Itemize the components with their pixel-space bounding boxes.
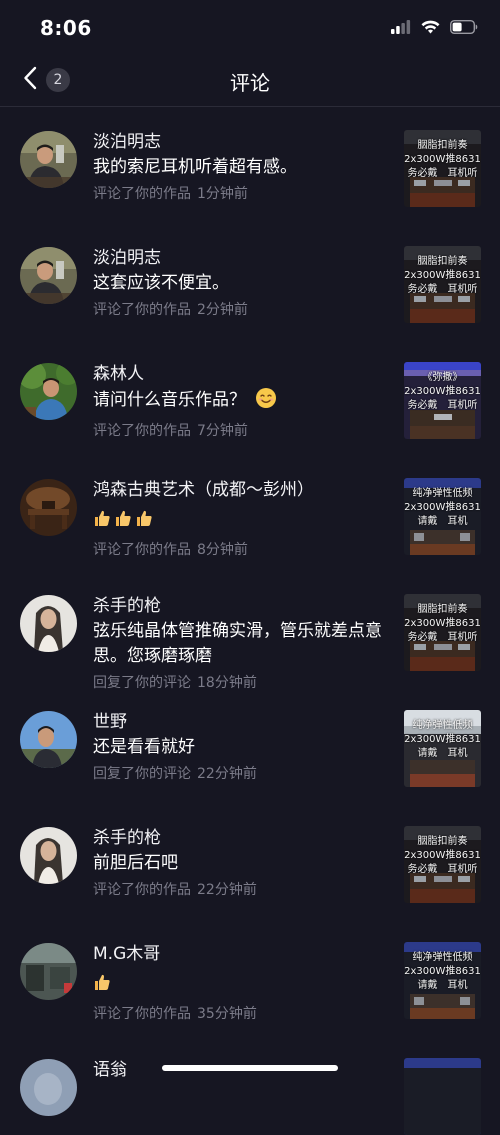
comment-time: 22分钟前 <box>197 882 257 898</box>
comment-text <box>93 503 403 536</box>
comment-content: 杀手的枪 弦乐纯晶体管推确实滑，管乐就差点意思。您琢磨琢磨 回复了你的评论 18分… <box>93 594 393 693</box>
comment-time: 7分钟前 <box>197 423 248 439</box>
avatar[interactable] <box>20 1059 77 1116</box>
status-time: 8:06 <box>40 16 92 40</box>
thumbs-up-emoji-icon <box>114 509 131 526</box>
comment-action: 回复了你的评论 <box>93 766 191 782</box>
video-thumbnail[interactable]: 纯净弹性低频 2x300W推8631 请戴 耳机 <box>404 478 481 555</box>
video-thumbnail[interactable]: 胭脂扣前奏 2x300W推8631 务必戴 耳机听 <box>404 246 481 323</box>
nav-bar: 2 评论 <box>0 56 500 107</box>
avatar[interactable] <box>20 479 77 536</box>
comment-username[interactable]: 淡泊明志 <box>93 246 393 270</box>
thumbnail-caption: 胭脂扣前奏 2x300W推8631 务必戴 耳机听 <box>404 604 481 643</box>
comment-text: 前胆后石吧 <box>93 853 178 873</box>
comment-text: 弦乐纯晶体管推确实滑，管乐就差点意思。您琢磨琢磨 <box>93 621 382 666</box>
comment-username[interactable]: 鸿森古典艺术（成都～彭州） <box>93 478 403 502</box>
comment-content: 世野 还是看看就好 回复了你的评论 22分钟前 <box>93 710 393 784</box>
comment-time: 22分钟前 <box>197 766 257 782</box>
list-item[interactable]: 淡泊明志 这套应该不便宜。 评论了你的作品 2分钟前 胭脂扣前奏 2x300W推8… <box>0 223 500 339</box>
comment-meta: 评论了你的作品 22分钟前 <box>93 880 393 900</box>
video-thumbnail[interactable]: 纯净弹性低频 2x300W推8631 请戴 耳机 <box>404 710 481 787</box>
comment-meta: 评论了你的作品 35分钟前 <box>93 1004 393 1024</box>
video-thumbnail[interactable]: 《弥撒》 2x300W推8631 务必戴 耳机听 <box>404 362 481 439</box>
comment-list: 淡泊明志 我的索尼耳机听着超有感。 评论了你的作品 1分钟前 胭脂扣前奏 2x30… <box>0 107 500 1135</box>
comment-action: 评论了你的作品 <box>93 1006 191 1022</box>
avatar[interactable] <box>20 595 77 652</box>
comment-text: 请问什么音乐作品？ <box>93 387 393 417</box>
comment-action: 评论了你的作品 <box>93 542 191 558</box>
page-title: 评论 <box>230 71 270 95</box>
comment-content: M.G木哥 评论了你的作品 35分钟前 <box>93 942 393 1024</box>
comment-time: 8分钟前 <box>197 542 248 558</box>
comment-meta: 评论了你的作品 1分钟前 <box>93 184 393 204</box>
thumbs-up-emoji-icon <box>93 973 110 990</box>
comment-text: 这套应该不便宜。 <box>93 273 229 293</box>
list-item[interactable]: 森林人 请问什么音乐作品？ 评论了你的作品 7分钟前 《弥撒》 2x300W推8… <box>0 339 500 455</box>
video-thumbnail[interactable]: 纯净弹性低频 2x300W推8631 请戴 耳机 <box>404 942 481 1019</box>
battery-icon <box>449 19 478 38</box>
comment-content: 杀手的枪 前胆后石吧 评论了你的作品 22分钟前 <box>93 826 393 900</box>
video-thumbnail[interactable] <box>404 1058 481 1135</box>
comment-username[interactable]: 森林人 <box>93 362 393 386</box>
cellular-signal-icon <box>391 19 411 38</box>
comment-meta: 回复了你的评论 22分钟前 <box>93 764 393 784</box>
status-bar: 8:06 <box>0 0 500 56</box>
comment-meta: 评论了你的作品 7分钟前 <box>93 421 393 441</box>
comment-action: 评论了你的作品 <box>93 186 191 202</box>
thumbs-up-emoji-icon <box>135 509 152 526</box>
video-thumbnail[interactable]: 胭脂扣前奏 2x300W推8631 务必戴 耳机听 <box>404 594 481 671</box>
comment-action: 评论了你的作品 <box>93 882 191 898</box>
comment-content: 淡泊明志 我的索尼耳机听着超有感。 评论了你的作品 1分钟前 <box>93 130 393 204</box>
list-item[interactable]: 语翁 <box>0 1035 500 1135</box>
list-item[interactable]: M.G木哥 评论了你的作品 35分钟前 纯净弹性低频 2x300W推8631 请戴… <box>0 919 500 1035</box>
comment-content: 森林人 请问什么音乐作品？ 评论了你的作品 7分钟前 <box>93 362 393 441</box>
comment-username[interactable]: M.G木哥 <box>93 942 393 966</box>
video-thumbnail[interactable]: 胭脂扣前奏 2x300W推8631 务必戴 耳机听 <box>404 826 481 903</box>
list-item[interactable]: 杀手的枪 弦乐纯晶体管推确实滑，管乐就差点意思。您琢磨琢磨 回复了你的评论 18分… <box>0 571 500 691</box>
comment-username[interactable]: 杀手的枪 <box>93 826 393 850</box>
list-item[interactable]: 淡泊明志 我的索尼耳机听着超有感。 评论了你的作品 1分钟前 胭脂扣前奏 2x30… <box>0 107 500 223</box>
comment-username[interactable]: 杀手的枪 <box>93 594 393 618</box>
avatar[interactable] <box>20 131 77 188</box>
list-item[interactable]: 鸿森古典艺术（成都～彭州） 评论了你的作品 8分钟前 纯净弹性低频 2x300W… <box>0 455 500 571</box>
avatar[interactable] <box>20 711 77 768</box>
smile-emoji-icon <box>255 387 277 417</box>
comment-action: 评论了你的作品 <box>93 423 191 439</box>
status-icons <box>391 19 478 38</box>
thumbnail-caption: 纯净弹性低频 2x300W推8631 请戴 耳机 <box>404 488 481 527</box>
thumbnail-caption: 纯净弹性低频 2x300W推8631 请戴 耳机 <box>404 952 481 991</box>
video-thumbnail[interactable]: 胭脂扣前奏 2x300W推8631 务必戴 耳机听 <box>404 130 481 207</box>
comment-text: 我的索尼耳机听着超有感。 <box>93 157 297 177</box>
comment-content: 鸿森古典艺术（成都～彭州） 评论了你的作品 8分钟前 <box>93 478 403 560</box>
comment-username[interactable]: 淡泊明志 <box>93 130 393 154</box>
thumbnail-caption: 《弥撒》 2x300W推8631 务必戴 耳机听 <box>404 372 481 411</box>
avatar[interactable] <box>20 247 77 304</box>
list-item[interactable]: 杀手的枪 前胆后石吧 评论了你的作品 22分钟前 胭脂扣前奏 2x300W推863… <box>0 803 500 919</box>
thumbs-up-emoji-icon <box>93 509 110 526</box>
comment-time: 1分钟前 <box>197 186 248 202</box>
list-item[interactable]: 世野 还是看看就好 回复了你的评论 22分钟前 纯净弹性低频 2x300W推863… <box>0 687 500 803</box>
thumbnail-caption: 胭脂扣前奏 2x300W推8631 务必戴 耳机听 <box>404 140 481 179</box>
comment-meta: 评论了你的作品 2分钟前 <box>93 300 393 320</box>
home-indicator[interactable] <box>162 1065 338 1071</box>
comment-time: 35分钟前 <box>197 1006 257 1022</box>
comment-meta: 评论了你的作品 8分钟前 <box>93 540 403 560</box>
comment-text: 还是看看就好 <box>93 737 195 757</box>
avatar[interactable] <box>20 827 77 884</box>
comment-content: 淡泊明志 这套应该不便宜。 评论了你的作品 2分钟前 <box>93 246 393 320</box>
thumbnail-caption: 胭脂扣前奏 2x300W推8631 务必戴 耳机听 <box>404 836 481 875</box>
thumbnail-caption: 胭脂扣前奏 2x300W推8631 务必戴 耳机听 <box>404 256 481 295</box>
comment-username[interactable]: 世野 <box>93 710 393 734</box>
avatar[interactable] <box>20 943 77 1000</box>
thumbnail-caption: 纯净弹性低频 2x300W推8631 请戴 耳机 <box>404 720 481 759</box>
comment-action: 评论了你的作品 <box>93 302 191 318</box>
comment-text <box>93 967 393 1000</box>
comment-text-body: 请问什么音乐作品？ <box>93 390 246 410</box>
wifi-icon <box>421 19 440 38</box>
comment-time: 2分钟前 <box>197 302 248 318</box>
avatar[interactable] <box>20 363 77 420</box>
